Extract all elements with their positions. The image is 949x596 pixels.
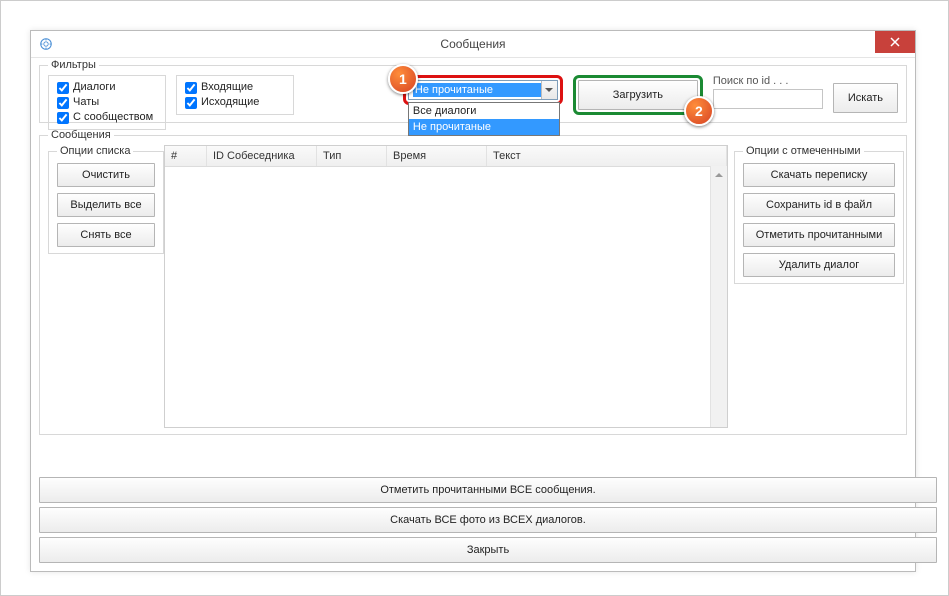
deselect-all-button[interactable]: Снять все [57,223,155,247]
checkbox-chats[interactable]: Чаты [57,95,157,110]
scroll-up-icon[interactable] [711,166,727,182]
messages-fieldset: Сообщения Опции списка Очистить Выделить… [39,129,907,435]
save-id-button[interactable]: Сохранить id в файл [743,193,895,217]
select-all-button[interactable]: Выделить все [57,193,155,217]
delete-dialog-button[interactable]: Удалить диалог [743,253,895,277]
download-all-photos-button[interactable]: Скачать ВСЕ фото из ВСЕХ диалогов. [39,507,937,533]
step-badge-2: 2 [684,96,714,126]
load-button-highlight: Загрузить 2 [573,75,703,115]
marked-options-fieldset: Опции с отмеченными Скачать переписку Со… [734,145,904,284]
load-button[interactable]: Загрузить [578,80,698,110]
checkbox-outgoing[interactable]: Исходящие [185,95,285,110]
close-dialog-button[interactable]: Закрыть [39,537,937,563]
filter-dropdown[interactable]: Не прочитаные [408,80,558,100]
mark-read-button[interactable]: Отметить прочитанными [743,223,895,247]
list-options-legend: Опции списка [57,145,133,157]
dropdown-option[interactable]: Все диалоги [409,103,559,119]
checkbox-dialogs[interactable]: Диалоги [57,80,157,95]
chevron-down-icon [541,81,557,99]
close-button[interactable] [875,31,915,53]
messages-table[interactable]: # ID Собеседника Тип Время Текст [164,145,728,428]
col-num[interactable]: # [165,146,207,166]
marked-options-legend: Опции с отмеченными [743,145,864,157]
table-body [165,167,727,427]
col-id[interactable]: ID Собеседника [207,146,317,166]
window-title: Сообщения [31,37,915,51]
checkbox-community[interactable]: С сообществом [57,110,157,125]
search-button[interactable]: Искать [833,83,898,113]
titlebar: Сообщения [31,31,915,58]
app-window: Сообщения Фильтры Диалоги Чаты С сообщес… [30,30,916,572]
search-label: Поиск по id . . . [713,75,823,87]
clear-button[interactable]: Очистить [57,163,155,187]
filter-dropdown-highlight: Не прочитаные Все диалоги Не прочитаные … [403,75,563,105]
filters-legend: Фильтры [48,59,99,71]
filter-group-direction: Входящие Исходящие [176,75,294,115]
marked-options-column: Опции с отмеченными Скачать переписку Со… [734,145,898,428]
col-time[interactable]: Время [387,146,487,166]
col-type[interactable]: Тип [317,146,387,166]
search-group: Поиск по id . . . [713,75,823,109]
search-input[interactable] [713,89,823,109]
messages-legend: Сообщения [48,129,114,141]
dropdown-option[interactable]: Не прочитаные [409,119,559,135]
list-options-column: Опции списка Очистить Выделить все Снять… [48,145,158,428]
scrollbar[interactable] [710,166,727,427]
mark-all-read-button[interactable]: Отметить прочитанными ВСЕ сообщения. [39,477,937,503]
bottom-buttons: Отметить прочитанными ВСЕ сообщения. Ска… [39,477,907,563]
table-header: # ID Собеседника Тип Время Текст [165,146,727,167]
download-conversation-button[interactable]: Скачать переписку [743,163,895,187]
checkbox-incoming[interactable]: Входящие [185,80,285,95]
dropdown-selected: Не прочитаные [413,83,541,97]
filter-group-types: Диалоги Чаты С сообществом [48,75,166,130]
screenshot-frame: Сообщения Фильтры Диалоги Чаты С сообщес… [0,0,949,596]
step-badge-1: 1 [388,64,418,94]
close-icon [890,37,900,47]
filters-fieldset: Фильтры Диалоги Чаты С сообществом Входя… [39,59,907,123]
app-icon [39,37,53,51]
list-options-fieldset: Опции списка Очистить Выделить все Снять… [48,145,164,254]
dropdown-list: Все диалоги Не прочитаные [408,102,560,136]
col-text[interactable]: Текст [487,146,727,166]
